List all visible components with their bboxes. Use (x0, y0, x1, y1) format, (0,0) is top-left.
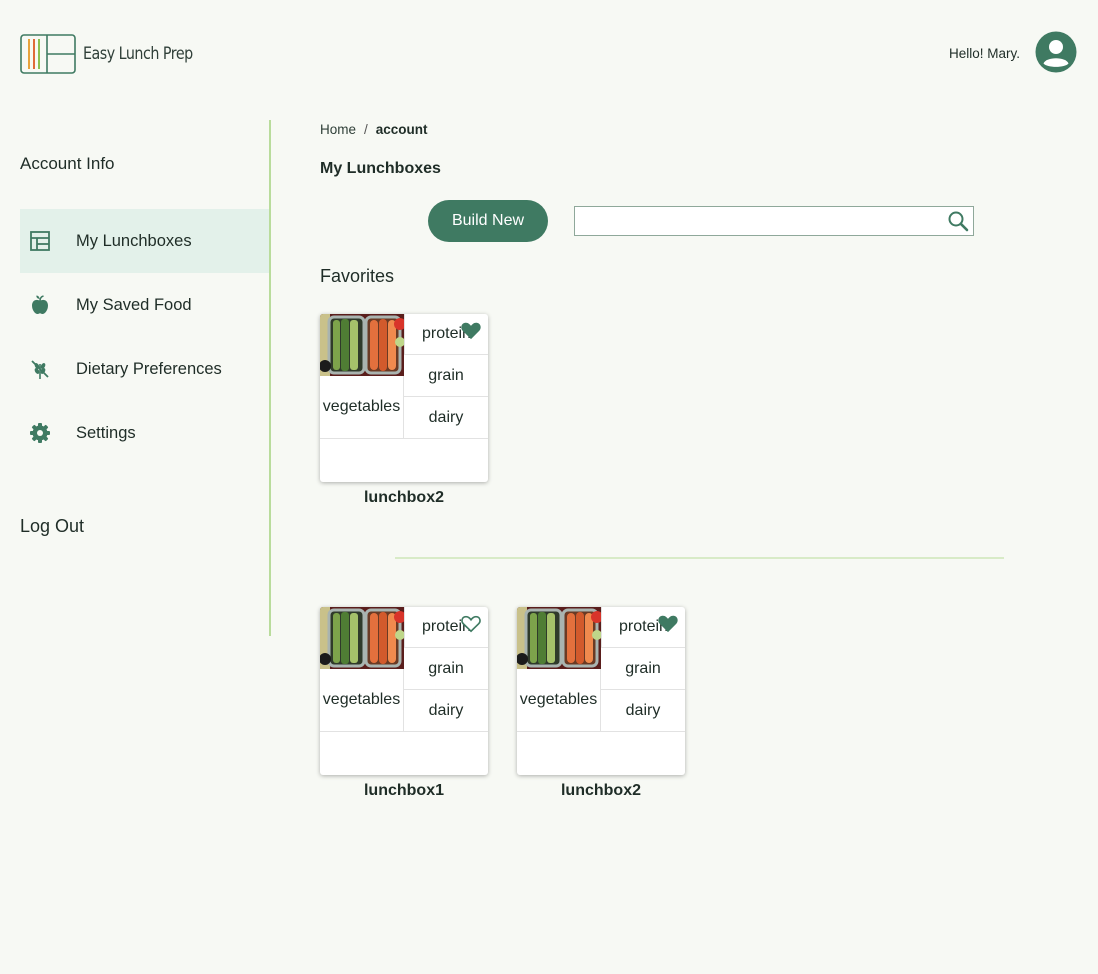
app-logo[interactable]: Easy Lunch Prep (20, 34, 214, 74)
grain-cell[interactable]: grain (404, 355, 488, 397)
section-divider (395, 557, 1004, 559)
lunchbox-logo-icon (20, 34, 76, 74)
layout-icon (20, 221, 60, 261)
page-title: My Lunchboxes (320, 160, 441, 177)
gear-icon (20, 413, 60, 453)
user-avatar-icon[interactable] (1035, 31, 1077, 73)
sidebar-item-my-lunchboxes[interactable]: My Lunchboxes (20, 209, 269, 273)
sidebar-title: Account Info (20, 154, 115, 173)
sidebar-item-dietary-preferences[interactable]: Dietary Preferences (20, 337, 269, 401)
sidebar-item-settings[interactable]: Settings (20, 401, 269, 465)
breadcrumb-home[interactable]: Home (320, 122, 356, 137)
search-input[interactable] (575, 207, 935, 235)
vegetables-cell[interactable]: vegetables (517, 669, 601, 731)
sidebar-item-label: My Saved Food (76, 295, 192, 314)
vegetables-cell[interactable]: vegetables (320, 669, 404, 731)
sidebar-item-label: Settings (76, 423, 136, 442)
heart-outline-icon[interactable] (460, 613, 482, 633)
grain-cell[interactable]: grain (601, 648, 685, 690)
header: Easy Lunch Prep Hello! Mary. (0, 0, 1098, 110)
lunchbox-grid: protein grain dairy vegetables (320, 607, 488, 775)
lunchbox-name[interactable]: lunchbox2 (320, 489, 488, 507)
breadcrumb: Home / account (320, 122, 428, 137)
dairy-cell[interactable]: dairy (404, 397, 488, 438)
logout-link[interactable]: Log Out (20, 516, 84, 537)
dairy-cell[interactable]: dairy (404, 690, 488, 731)
sidebar: Account Info My Lunchboxes My Saved Food (0, 120, 271, 636)
sidebar-item-label: My Lunchboxes (76, 231, 192, 250)
breadcrumb-separator: / (364, 122, 368, 137)
empty-cell[interactable] (320, 438, 488, 482)
empty-cell[interactable] (517, 731, 685, 775)
heart-filled-icon[interactable] (460, 320, 482, 340)
vegetables-photo (320, 314, 404, 376)
favorites-title: Favorites (320, 266, 395, 286)
build-new-button[interactable]: Build New (428, 200, 548, 242)
empty-cell[interactable] (320, 731, 488, 775)
lunchbox-grid: protein grain dairy vegetables (517, 607, 685, 775)
vegetables-cell[interactable]: vegetables (320, 376, 404, 438)
apple-icon (20, 285, 60, 325)
vegetables-photo (517, 607, 601, 669)
app-name: Easy Lunch Prep (83, 44, 193, 64)
wheat-off-icon (20, 349, 60, 389)
lunchbox-card[interactable]: protein grain dairy vegetables lunchbox1 (320, 607, 488, 800)
dairy-cell[interactable]: dairy (601, 690, 685, 731)
sidebar-item-my-saved-food[interactable]: My Saved Food (20, 273, 269, 337)
breadcrumb-current: account (375, 122, 428, 137)
search-icon[interactable] (946, 209, 970, 233)
lunchbox-name[interactable]: lunchbox1 (320, 782, 488, 800)
grain-cell[interactable]: grain (404, 648, 488, 690)
lunchbox-name[interactable]: lunchbox2 (517, 782, 685, 800)
search-box (574, 206, 974, 236)
lunchbox-card[interactable]: protein grain dairy vegetables lunchbox2 (320, 314, 488, 507)
heart-filled-icon[interactable] (657, 613, 679, 633)
vegetables-photo (320, 607, 404, 669)
lunchbox-card[interactable]: protein grain dairy vegetables lunchbox2 (517, 607, 685, 800)
sidebar-item-label: Dietary Preferences (76, 359, 222, 378)
user-greeting: Hello! Mary. (948, 46, 1020, 61)
lunchbox-grid: protein grain dairy vegetables (320, 314, 488, 482)
